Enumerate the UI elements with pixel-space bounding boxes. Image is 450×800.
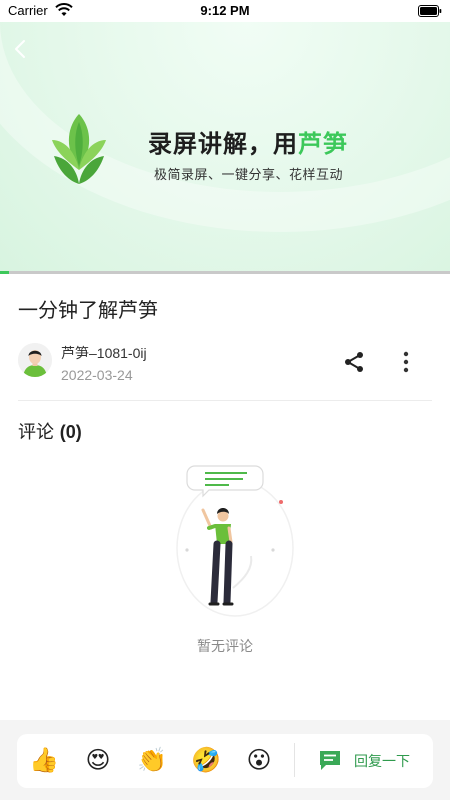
back-arrow-icon[interactable] (10, 38, 32, 60)
message-icon (320, 751, 340, 770)
banner-title: 录屏讲解，用芦笋 (148, 124, 348, 159)
post-title: 一分钟了解芦笋 (18, 298, 158, 322)
banner-title-main: 录屏讲解，用 (148, 130, 298, 158)
reaction-bar-divider (294, 743, 295, 777)
video-progress-bar[interactable] (0, 271, 450, 274)
surprised-reaction-icon[interactable]: 😮 (244, 745, 274, 775)
battery-icon (418, 5, 442, 17)
thumbs-up-reaction-icon[interactable]: 👍 (29, 745, 59, 775)
video-banner[interactable]: 录屏讲解，用芦笋 极简录屏、一键分享、花样互动 (0, 22, 450, 272)
author-name[interactable]: 芦笋–1081-0ij (61, 343, 147, 363)
empty-comments-illustration (176, 465, 294, 617)
clock: 9:12 PM (200, 3, 250, 18)
clapping-hands-reaction-icon[interactable]: 👏 (137, 745, 167, 775)
section-divider (18, 400, 432, 401)
comments-count: (0) (59, 422, 82, 442)
heart-eyes-reaction-icon[interactable]: 😍 (83, 745, 113, 775)
banner-title-accent: 芦笋 (298, 130, 348, 158)
banner-subtitle: 极简录屏、一键分享、花样互动 (154, 168, 344, 183)
empty-comments-text: 暂无评论 (197, 639, 253, 655)
comments-label: 评论 (18, 422, 54, 443)
reply-label: 回复一下 (354, 754, 410, 770)
post-date: 2022-03-24 (61, 367, 133, 383)
share-icon[interactable] (342, 350, 366, 374)
comments-heading: 评论 (0) (18, 418, 82, 444)
rolling-laughing-reaction-icon[interactable]: 🤣 (191, 745, 221, 775)
status-bar: Carrier 9:12 PM (0, 0, 450, 22)
author-avatar[interactable] (18, 343, 52, 377)
video-progress-fill (0, 271, 9, 274)
more-options-icon[interactable] (396, 350, 416, 374)
asparagus-logo-icon (52, 114, 106, 184)
